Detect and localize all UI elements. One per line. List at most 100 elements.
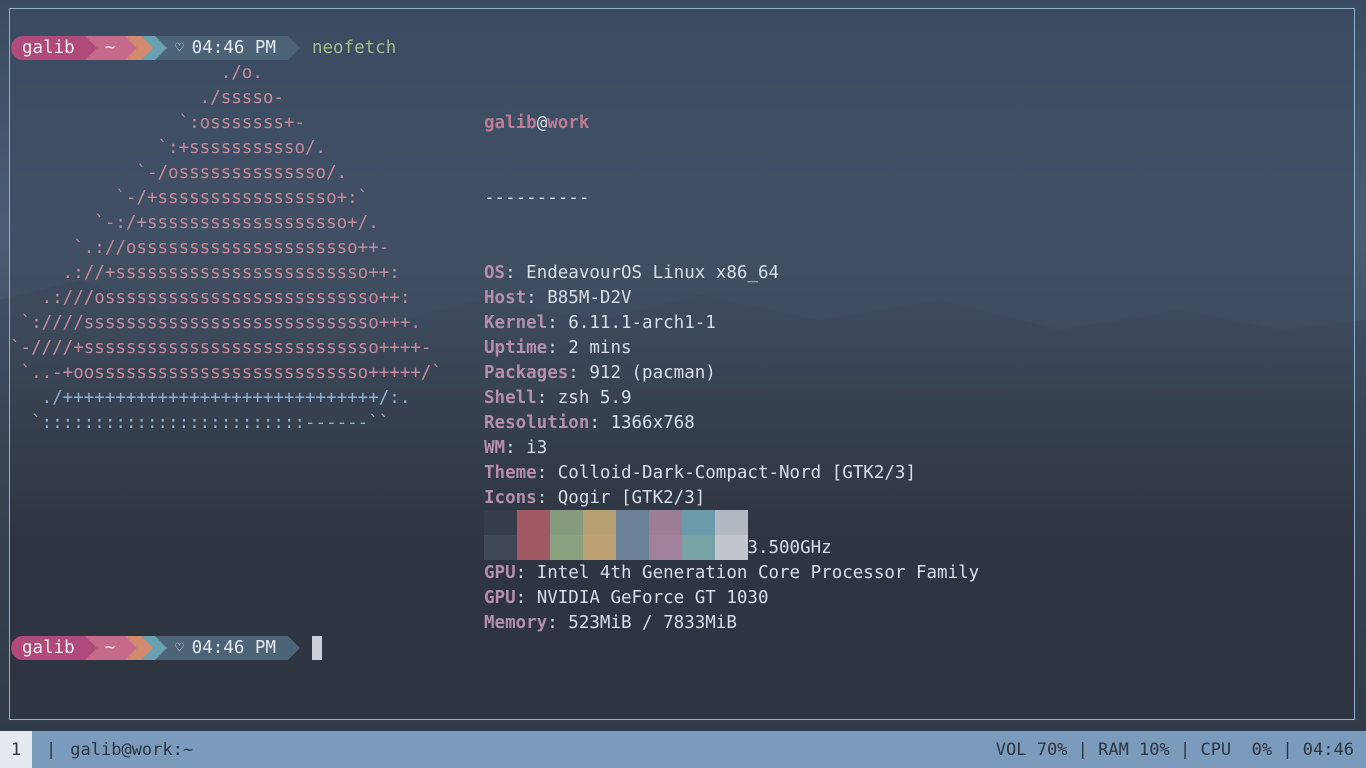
- prompt-time-segment: ♡ 04:46 PM: [167, 36, 288, 60]
- info-row: Uptime: 2 mins: [484, 338, 632, 358]
- info-key: WM: [484, 438, 506, 458]
- prompt-dir: ~: [104, 38, 116, 58]
- info-value: zsh 5.9: [557, 388, 632, 408]
- logo-line: `.://osssssssssssssssssssso++-: [10, 238, 390, 258]
- powerline-arrow-icon: [125, 636, 138, 660]
- status-stats: VOL 70% | RAM 10% | CPU 0% | 04:46: [995, 739, 1354, 760]
- info-key: Packages: [484, 363, 569, 383]
- color-swatch: [583, 510, 616, 535]
- prompt-time-segment: ♡ 04:46 PM: [167, 636, 288, 660]
- powerline-arrow-icon: [155, 636, 168, 660]
- powerline-arrow-icon: [155, 36, 168, 60]
- prompt-user-segment: galib: [11, 36, 85, 60]
- info-value: 523MiB / 7833MiB: [568, 613, 737, 633]
- info-value: B85M-D2V: [547, 288, 632, 308]
- info-row: Shell: zsh 5.9: [484, 388, 632, 408]
- powerline-arrow-icon: [141, 36, 154, 60]
- info-hostname: work: [547, 113, 590, 133]
- logo-line: .://+ssssssssssssssssssssssso++:: [10, 263, 400, 283]
- prompt-line-1: galib ~ ♡ 04:46 PM neofetch: [11, 35, 396, 61]
- powerline-accent: [153, 636, 156, 660]
- user-host-line: galib@work: [484, 111, 979, 136]
- color-swatch: [715, 535, 748, 560]
- info-value: 912 (pacman): [589, 363, 716, 383]
- color-swatch: [682, 535, 715, 560]
- info-row: Memory: 523MiB / 7833MiB: [484, 613, 737, 633]
- logo-line: `:////ssssssssssssssssssssssssssso+++.: [10, 313, 421, 333]
- info-row: Resolution: 1366x768: [484, 413, 695, 433]
- color-swatch: [484, 535, 517, 560]
- info-row: Packages: 912 (pacman): [484, 363, 716, 383]
- logo-line: `-/+sssssssssssssssso+:`: [10, 188, 369, 208]
- powerline-arrow-icon: [125, 36, 138, 60]
- workspace-button-1[interactable]: 1: [0, 731, 32, 768]
- info-key: Theme: [484, 463, 537, 483]
- color-swatch: [616, 535, 649, 560]
- info-key: GPU: [484, 588, 516, 608]
- powerline-accent: [137, 636, 142, 660]
- info-key: OS: [484, 263, 506, 283]
- logo-line: `-:/+sssssssssssssssssso+/.: [10, 213, 379, 233]
- info-key: Resolution: [484, 413, 590, 433]
- info-row: OS: EndeavourOS Linux x86_64: [484, 263, 780, 283]
- info-row: GPU: Intel 4th Generation Core Processor…: [484, 563, 980, 583]
- color-palette: [484, 510, 748, 560]
- info-value: Colloid-Dark-Compact-Nord [GTK2/3]: [557, 463, 916, 483]
- color-swatch: [649, 535, 682, 560]
- prompt-time: 04:46 PM: [191, 638, 276, 658]
- powerline-arrow-icon: [287, 36, 300, 60]
- color-swatch: [550, 535, 583, 560]
- info-value: 6.11.1-arch1-1: [568, 313, 716, 333]
- info-key: Host: [484, 288, 527, 308]
- powerline-arrow-icon: [141, 636, 154, 660]
- color-swatch: [583, 535, 616, 560]
- color-swatch: [616, 510, 649, 535]
- terminal-cursor[interactable]: [311, 636, 322, 660]
- info-row: GPU: NVIDIA GeForce GT 1030: [484, 588, 769, 608]
- info-value: i3: [526, 438, 548, 458]
- info-key: Icons: [484, 488, 537, 508]
- prompt-line-2: galib ~ ♡ 04:46 PM: [11, 635, 322, 661]
- info-username: galib: [484, 113, 537, 133]
- info-value: 1366x768: [610, 413, 695, 433]
- info-row: Icons: Qogir [GTK2/3]: [484, 488, 706, 508]
- color-swatch: [517, 535, 550, 560]
- status-separator: |: [46, 739, 57, 760]
- powerline-accent: [137, 36, 142, 60]
- powerline-accent: [153, 36, 156, 60]
- info-value: 2 mins: [568, 338, 632, 358]
- info-row: Host: B85M-D2V: [484, 288, 632, 308]
- i3-status-bar: 1 | galib@work:~ VOL 70% | RAM 10% | CPU…: [0, 731, 1366, 768]
- powerline-arrow-icon: [84, 636, 97, 660]
- info-value: Qogir [GTK2/3]: [557, 488, 706, 508]
- prompt-user-segment: galib: [11, 636, 85, 660]
- color-swatch: [517, 510, 550, 535]
- info-value: Intel 4th Generation Core Processor Fami…: [536, 563, 980, 583]
- logo-line: `..-+oossssssssssssssssssssssssso+++++/`: [10, 363, 442, 383]
- logo-line: .:///ossssssssssssssssssssssssso++:: [10, 288, 411, 308]
- info-rows: OS: EndeavourOS Linux x86_64 Host: B85M-D…: [484, 261, 979, 636]
- info-key: Memory: [484, 613, 548, 633]
- color-swatch: [715, 510, 748, 535]
- endeavouros-ascii-logo: ./o. ./sssso- `:osssssss+- `:+ssssssssss…: [10, 61, 442, 436]
- info-row: WM: i3: [484, 438, 548, 458]
- prompt-command: neofetch: [311, 38, 397, 58]
- info-at: @: [536, 113, 548, 133]
- logo-line: `:+sssssssssso/.: [10, 138, 327, 158]
- info-value: EndeavourOS Linux x86_64: [526, 263, 780, 283]
- color-swatch: [682, 510, 715, 535]
- system-info: galib@work ---------- OS: EndeavourOS Li…: [484, 61, 979, 686]
- prompt-dir: ~: [104, 638, 116, 658]
- info-row: Kernel: 6.11.1-arch1-1: [484, 313, 716, 333]
- heart-icon: ♡: [175, 40, 184, 56]
- prompt-user: galib: [22, 38, 75, 58]
- info-key: Kernel: [484, 313, 548, 333]
- terminal-window[interactable]: galib ~ ♡ 04:46 PM neofetch ./o. ./sssso…: [9, 8, 1355, 720]
- focused-window-title: galib@work:~: [70, 739, 194, 760]
- powerline-arrow-icon: [84, 36, 97, 60]
- logo-line: ./++++++++++++++++++++++++++++++/:.: [10, 388, 411, 408]
- info-key: GPU: [484, 563, 516, 583]
- prompt-dir-segment: ~: [96, 36, 126, 60]
- logo-line: `:::::::::::::::::::::::::------``: [10, 413, 390, 433]
- powerline-arrow-icon: [287, 636, 300, 660]
